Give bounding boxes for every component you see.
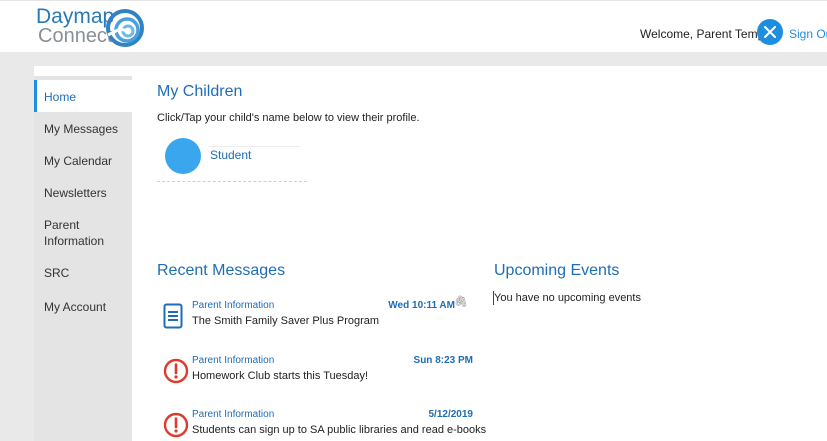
sidebar-item-parent-information[interactable]: Parent Information bbox=[34, 211, 132, 255]
no-events-message: You have no upcoming events bbox=[494, 292, 641, 304]
top-bar: Daymap Connect Welcome, Parent Temp Sign… bbox=[0, 0, 827, 52]
paperclip-icon: 🖇 bbox=[454, 296, 468, 308]
message-date: Sun 8:23 PM bbox=[413, 355, 473, 366]
sign-out-link[interactable]: Sign Out bbox=[789, 27, 827, 41]
message-date: Wed 10:11 AM bbox=[388, 300, 455, 311]
list-item[interactable]: Parent Information 5/12/2019 Students ca… bbox=[160, 409, 486, 441]
welcome-message: Welcome, Parent Temp bbox=[640, 27, 765, 41]
list-item[interactable]: Parent Information Sun 8:23 PM Homework … bbox=[160, 355, 480, 395]
sidebar-nav: Home My Messages My Calendar Newsletters… bbox=[34, 76, 132, 441]
sidebar-item-my-account[interactable]: My Account bbox=[34, 290, 132, 322]
sidebar-item-label: Parent Information bbox=[44, 218, 105, 248]
my-children-heading: My Children bbox=[157, 83, 243, 100]
alert-icon bbox=[163, 412, 189, 438]
document-icon bbox=[163, 303, 183, 329]
sidebar-item-my-calendar[interactable]: My Calendar bbox=[34, 144, 132, 176]
message-category: Parent Information bbox=[192, 300, 275, 311]
sidebar-item-home[interactable]: Home bbox=[34, 80, 132, 112]
message-subject: Homework Club starts this Tuesday! bbox=[192, 370, 369, 382]
message-category: Parent Information bbox=[192, 409, 275, 420]
daymap-connect-logo[interactable]: Daymap Connect bbox=[36, 6, 146, 50]
message-date: 5/12/2019 bbox=[428, 409, 474, 420]
avatar[interactable] bbox=[165, 138, 201, 174]
child-name-link[interactable]: Student bbox=[210, 148, 251, 162]
alert-icon bbox=[163, 358, 189, 384]
message-category: Parent Information bbox=[192, 355, 275, 366]
logo-text-connect: Connect bbox=[38, 25, 113, 47]
sidebar-item-label: Newsletters bbox=[44, 186, 107, 200]
sidebar-item-label: My Calendar bbox=[44, 154, 113, 168]
children-helper-text: Click/Tap your child's name below to vie… bbox=[157, 112, 420, 124]
message-subject: The Smith Family Saver Plus Program bbox=[192, 315, 380, 327]
daymap-swirl-icon bbox=[106, 9, 144, 47]
sidebar-item-src[interactable]: SRC bbox=[34, 256, 132, 288]
message-subject: Students can sign up to SA public librar… bbox=[192, 424, 487, 436]
close-icon bbox=[764, 26, 776, 38]
sidebar-item-newsletters[interactable]: Newsletters bbox=[34, 176, 132, 208]
sidebar-item-my-messages[interactable]: My Messages bbox=[34, 112, 132, 144]
list-item[interactable]: Parent Information Wed 10:11 AM 🖇 The Sm… bbox=[160, 296, 480, 340]
child-card[interactable]: Student bbox=[157, 134, 307, 182]
sidebar-item-label: SRC bbox=[44, 266, 70, 280]
sidebar-item-label: My Account bbox=[44, 300, 107, 314]
child-divider bbox=[210, 146, 300, 147]
recent-messages-heading: Recent Messages bbox=[157, 262, 286, 279]
sidebar-item-label: My Messages bbox=[44, 122, 119, 136]
sidebar-item-label: Home bbox=[44, 90, 77, 104]
sign-out-button[interactable] bbox=[757, 19, 783, 45]
upcoming-events-heading: Upcoming Events bbox=[494, 262, 620, 279]
